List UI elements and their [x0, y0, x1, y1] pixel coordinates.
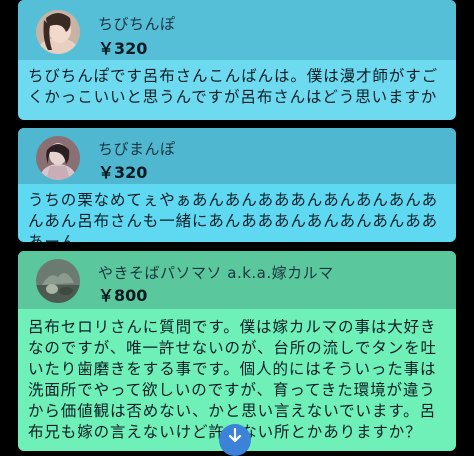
avatar[interactable]: [36, 136, 80, 180]
superchat-card: やきそばパソマソ a.k.a.嫁カルマ ￥800 呂布セロリさんに質問です。僕は…: [18, 251, 456, 451]
donation-amount: ￥320: [98, 39, 148, 58]
avatar[interactable]: [36, 259, 80, 303]
superchat-header: やきそばパソマソ a.k.a.嫁カルマ ￥800: [18, 251, 456, 309]
superchat-card: ちびまんぽ ￥320 うちの栗なめてぇやぁあんあんあああんあんあんあんあんあん呂…: [18, 128, 456, 242]
superchat-message: うちの栗なめてぇやぁあんあんあああんあんあんあんあんあん呂布さんも一緒にあんああ…: [28, 191, 439, 242]
sender-name: ちびちんぽ: [98, 15, 176, 33]
superchat-message: ちびちんぽです呂布さんこんばんは。僕は漫才師がすごくかっこいいと思うんですが呂布…: [28, 67, 439, 106]
scroll-down-button[interactable]: [219, 424, 251, 456]
donation-amount: ￥800: [98, 286, 148, 305]
superchat-header: ちびちんぽ ￥320: [18, 0, 456, 60]
donation-amount: ￥320: [98, 163, 148, 182]
sender-name: ちびまんぽ: [98, 140, 176, 158]
avatar[interactable]: [36, 10, 80, 54]
sender-name: やきそばパソマソ a.k.a.嫁カルマ: [98, 264, 334, 282]
superchat-card: ちびちんぽ ￥320 ちびちんぽです呂布さんこんばんは。僕は漫才師がすごくかっこ…: [18, 0, 456, 120]
superchat-header: ちびまんぽ ￥320: [18, 128, 456, 184]
